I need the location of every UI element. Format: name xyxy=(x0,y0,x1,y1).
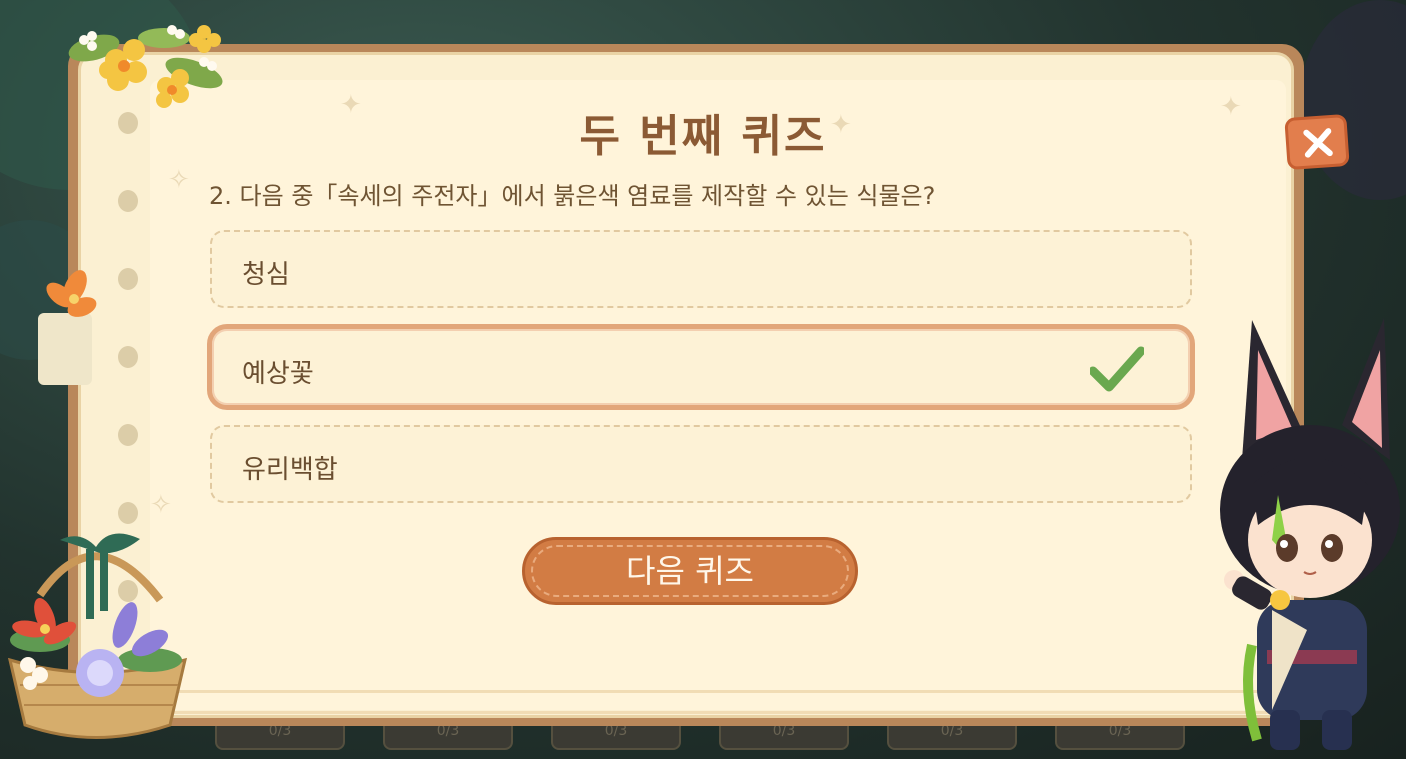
notebook-hole xyxy=(118,268,138,290)
notebook-hole xyxy=(118,346,138,368)
card-bottom-band xyxy=(90,690,1286,714)
sparkle-icon: ✧ xyxy=(150,490,172,520)
quiz-title: 두 번째 퀴즈 xyxy=(579,111,827,162)
answer-option-label: 예상꽃 xyxy=(242,359,314,389)
close-button[interactable] xyxy=(1284,113,1350,171)
scroll-decoration xyxy=(38,270,97,385)
answer-option-2[interactable]: 예상꽃 xyxy=(207,324,1195,410)
flower-decoration xyxy=(68,25,223,108)
answer-option-1[interactable]: 청심 xyxy=(210,230,1192,308)
notebook-hole xyxy=(118,502,138,524)
close-icon xyxy=(1303,128,1333,158)
flower-basket-decoration xyxy=(7,533,188,739)
sparkle-icon: ✧ xyxy=(168,165,190,195)
answer-option-3[interactable]: 유리백합 xyxy=(210,425,1192,503)
check-icon xyxy=(1090,346,1144,392)
quiz-question: 2. 다음 중「속세의 주전자」에서 붉은색 염료를 제작할 수 있는 식물은? xyxy=(209,182,936,210)
notebook-hole xyxy=(118,190,138,212)
notebook-hole xyxy=(118,424,138,446)
next-quiz-button[interactable]: 다음 퀴즈 xyxy=(522,537,858,605)
character-portrait xyxy=(1220,318,1400,750)
answer-option-label: 유리백합 xyxy=(242,455,338,485)
answer-option-label: 청심 xyxy=(242,260,290,290)
